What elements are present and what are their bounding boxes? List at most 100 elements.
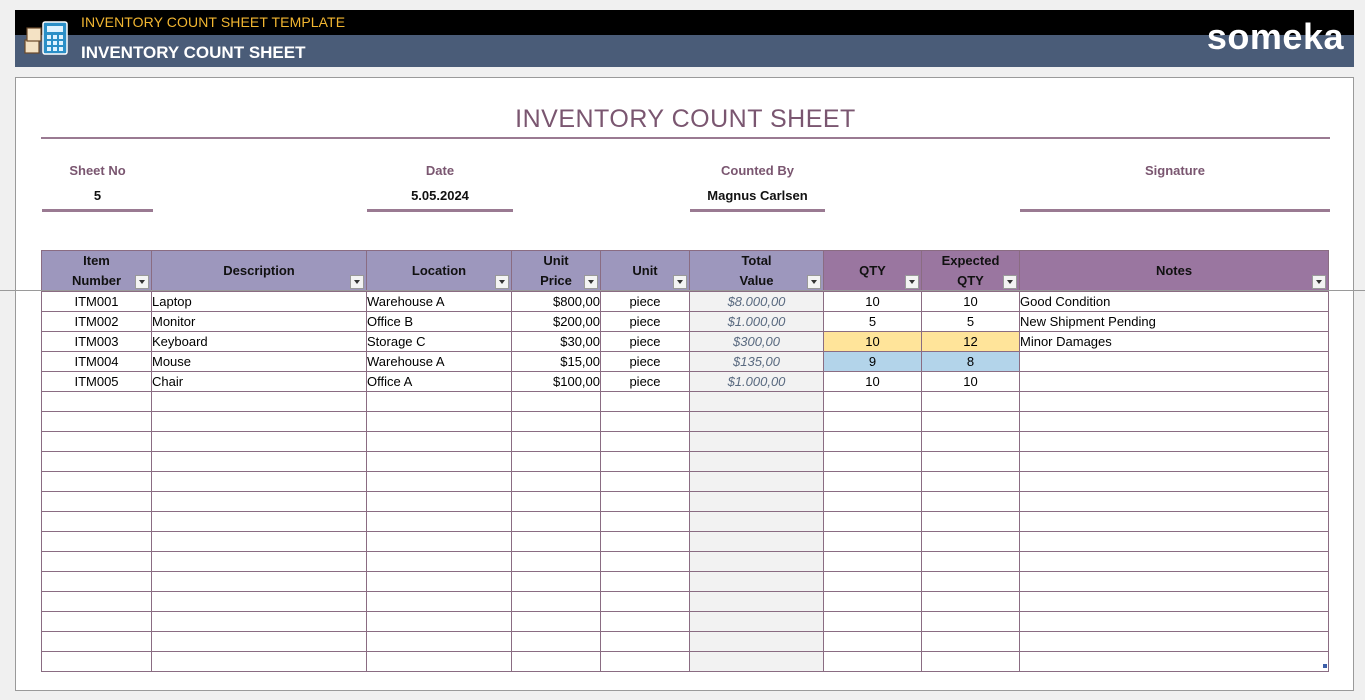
cell-total-value[interactable] [690,632,824,652]
col-header-unit[interactable]: Unit [601,251,690,292]
cell-description[interactable] [152,472,367,492]
cell-expected-qty[interactable] [922,412,1020,432]
cell-description[interactable] [152,572,367,592]
cell-item-number[interactable]: ITM004 [42,352,152,372]
cell-location[interactable] [367,652,512,672]
cell-unit-price[interactable] [512,472,601,492]
cell-description[interactable] [152,532,367,552]
cell-unit-price[interactable]: $30,00 [512,332,601,352]
col-header-total-value[interactable]: Total Value [690,251,824,292]
cell-description[interactable]: Keyboard [152,332,367,352]
cell-notes[interactable]: Minor Damages [1020,332,1329,352]
cell-unit-price[interactable] [512,612,601,632]
cell-location[interactable] [367,572,512,592]
cell-location[interactable] [367,592,512,612]
filter-dropdown-icon[interactable] [673,275,687,289]
cell-unit-price[interactable] [512,512,601,532]
cell-total-value[interactable] [690,652,824,672]
cell-description[interactable] [152,412,367,432]
cell-notes[interactable]: Good Condition [1020,292,1329,312]
cell-description[interactable] [152,512,367,532]
cell-unit[interactable] [601,492,690,512]
cell-qty[interactable] [824,492,922,512]
cell-location[interactable]: Warehouse A [367,352,512,372]
cell-expected-qty[interactable] [922,632,1020,652]
filter-dropdown-icon[interactable] [495,275,509,289]
cell-expected-qty[interactable]: 10 [922,372,1020,392]
filter-dropdown-icon[interactable] [350,275,364,289]
cell-unit[interactable] [601,452,690,472]
cell-description[interactable]: Monitor [152,312,367,332]
cell-qty[interactable]: 10 [824,332,922,352]
cell-item-number[interactable] [42,432,152,452]
cell-notes[interactable] [1020,432,1329,452]
cell-item-number[interactable] [42,652,152,672]
cell-item-number[interactable] [42,612,152,632]
cell-total-value[interactable] [690,572,824,592]
cell-description[interactable] [152,632,367,652]
cell-expected-qty[interactable] [922,612,1020,632]
cell-notes[interactable] [1020,392,1329,412]
cell-total-value[interactable]: $300,00 [690,332,824,352]
cell-item-number[interactable]: ITM001 [42,292,152,312]
col-header-description[interactable]: Description [152,251,367,292]
cell-description[interactable]: Mouse [152,352,367,372]
cell-total-value[interactable]: $135,00 [690,352,824,372]
cell-expected-qty[interactable] [922,592,1020,612]
cell-unit-price[interactable] [512,592,601,612]
cell-description[interactable] [152,492,367,512]
cell-item-number[interactable] [42,472,152,492]
cell-unit-price[interactable] [512,392,601,412]
col-header-location[interactable]: Location [367,251,512,292]
cell-item-number[interactable] [42,412,152,432]
cell-unit[interactable]: piece [601,332,690,352]
cell-total-value[interactable] [690,592,824,612]
col-header-qty[interactable]: QTY [824,251,922,292]
cell-total-value[interactable]: $1.000,00 [690,312,824,332]
cell-total-value[interactable] [690,552,824,572]
cell-description[interactable] [152,552,367,572]
cell-notes[interactable] [1020,532,1329,552]
filter-dropdown-icon[interactable] [1312,275,1326,289]
cell-qty[interactable] [824,532,922,552]
cell-location[interactable]: Storage C [367,332,512,352]
cell-location[interactable] [367,632,512,652]
filter-dropdown-icon[interactable] [905,275,919,289]
cell-description[interactable] [152,592,367,612]
table-resize-handle[interactable] [1323,664,1327,668]
cell-location[interactable]: Warehouse A [367,292,512,312]
cell-unit-price[interactable]: $15,00 [512,352,601,372]
cell-unit-price[interactable] [512,552,601,572]
cell-unit-price[interactable] [512,632,601,652]
cell-unit-price[interactable] [512,572,601,592]
cell-location[interactable]: Office B [367,312,512,332]
cell-unit-price[interactable] [512,452,601,472]
cell-total-value[interactable] [690,412,824,432]
cell-expected-qty[interactable] [922,512,1020,532]
cell-qty[interactable]: 10 [824,292,922,312]
cell-unit-price[interactable] [512,432,601,452]
cell-total-value[interactable] [690,492,824,512]
cell-total-value[interactable] [690,432,824,452]
cell-notes[interactable] [1020,552,1329,572]
cell-location[interactable] [367,452,512,472]
cell-qty[interactable] [824,452,922,472]
cell-notes[interactable] [1020,492,1329,512]
cell-qty[interactable] [824,432,922,452]
cell-item-number[interactable] [42,572,152,592]
cell-unit-price[interactable]: $100,00 [512,372,601,392]
cell-qty[interactable] [824,592,922,612]
cell-expected-qty[interactable]: 12 [922,332,1020,352]
cell-notes[interactable] [1020,472,1329,492]
cell-qty[interactable] [824,612,922,632]
col-header-expected-qty[interactable]: Expected QTY [922,251,1020,292]
cell-expected-qty[interactable]: 5 [922,312,1020,332]
cell-unit-price[interactable]: $800,00 [512,292,601,312]
cell-notes[interactable] [1020,612,1329,632]
cell-unit[interactable] [601,392,690,412]
col-header-unit-price[interactable]: Unit Price [512,251,601,292]
cell-qty[interactable] [824,632,922,652]
cell-notes[interactable] [1020,572,1329,592]
cell-item-number[interactable] [42,452,152,472]
cell-total-value[interactable] [690,392,824,412]
